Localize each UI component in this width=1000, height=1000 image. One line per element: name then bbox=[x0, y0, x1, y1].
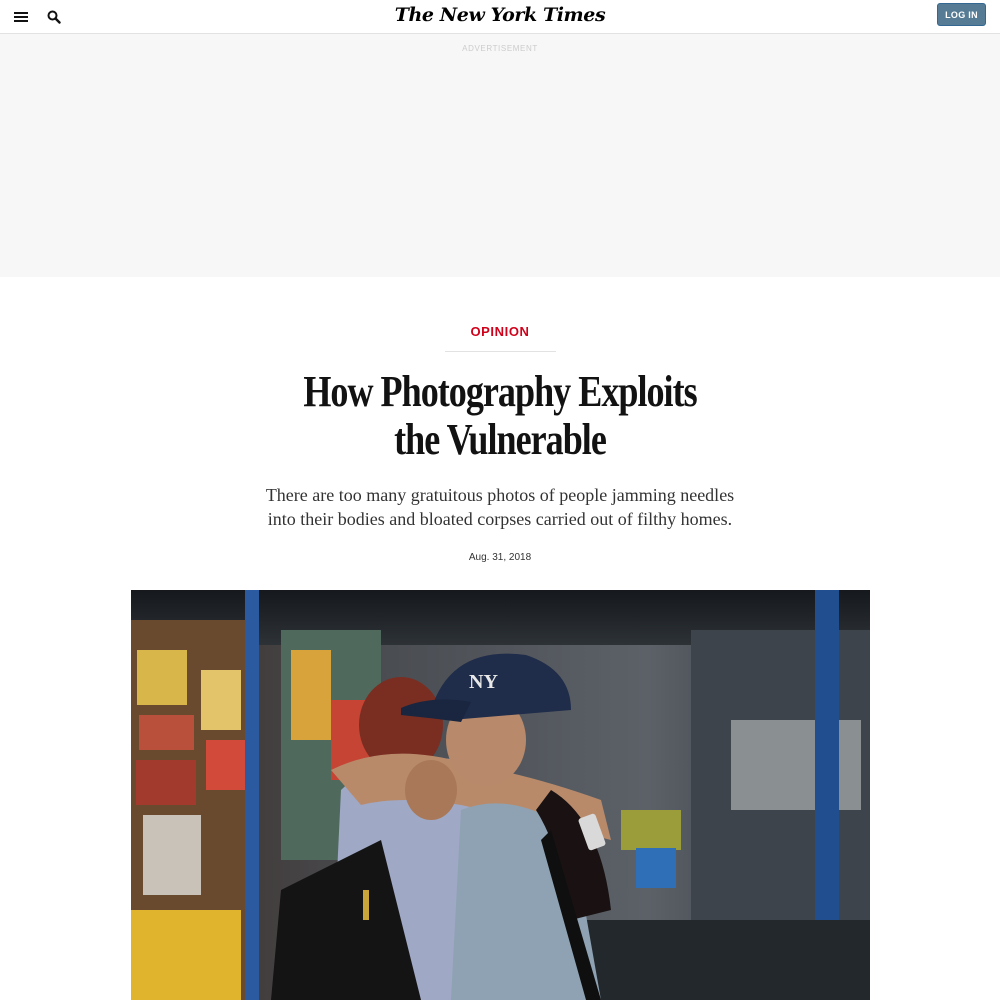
section-kicker[interactable]: OPINION bbox=[0, 324, 1000, 339]
article-summary: There are too many gratuitous photos of … bbox=[265, 485, 735, 529]
lead-photo-illustration: NY bbox=[131, 590, 870, 1000]
advertisement-slot: ADVERTISEMENT bbox=[0, 34, 1000, 277]
advertisement-label: ADVERTISEMENT bbox=[462, 44, 538, 53]
top-navigation-bar: The New York Times LOG IN bbox=[0, 0, 1000, 34]
cap-logo-text: NY bbox=[469, 671, 498, 693]
kicker-divider bbox=[445, 351, 556, 352]
login-button[interactable]: LOG IN bbox=[937, 3, 986, 26]
publish-date: Aug. 31, 2018 bbox=[468, 552, 532, 563]
article-headline: How Photography Exploits the Vulnerable bbox=[303, 367, 697, 464]
nyt-logo[interactable]: The New York Times bbox=[0, 4, 1000, 26]
lead-photo: NY bbox=[131, 590, 870, 1000]
